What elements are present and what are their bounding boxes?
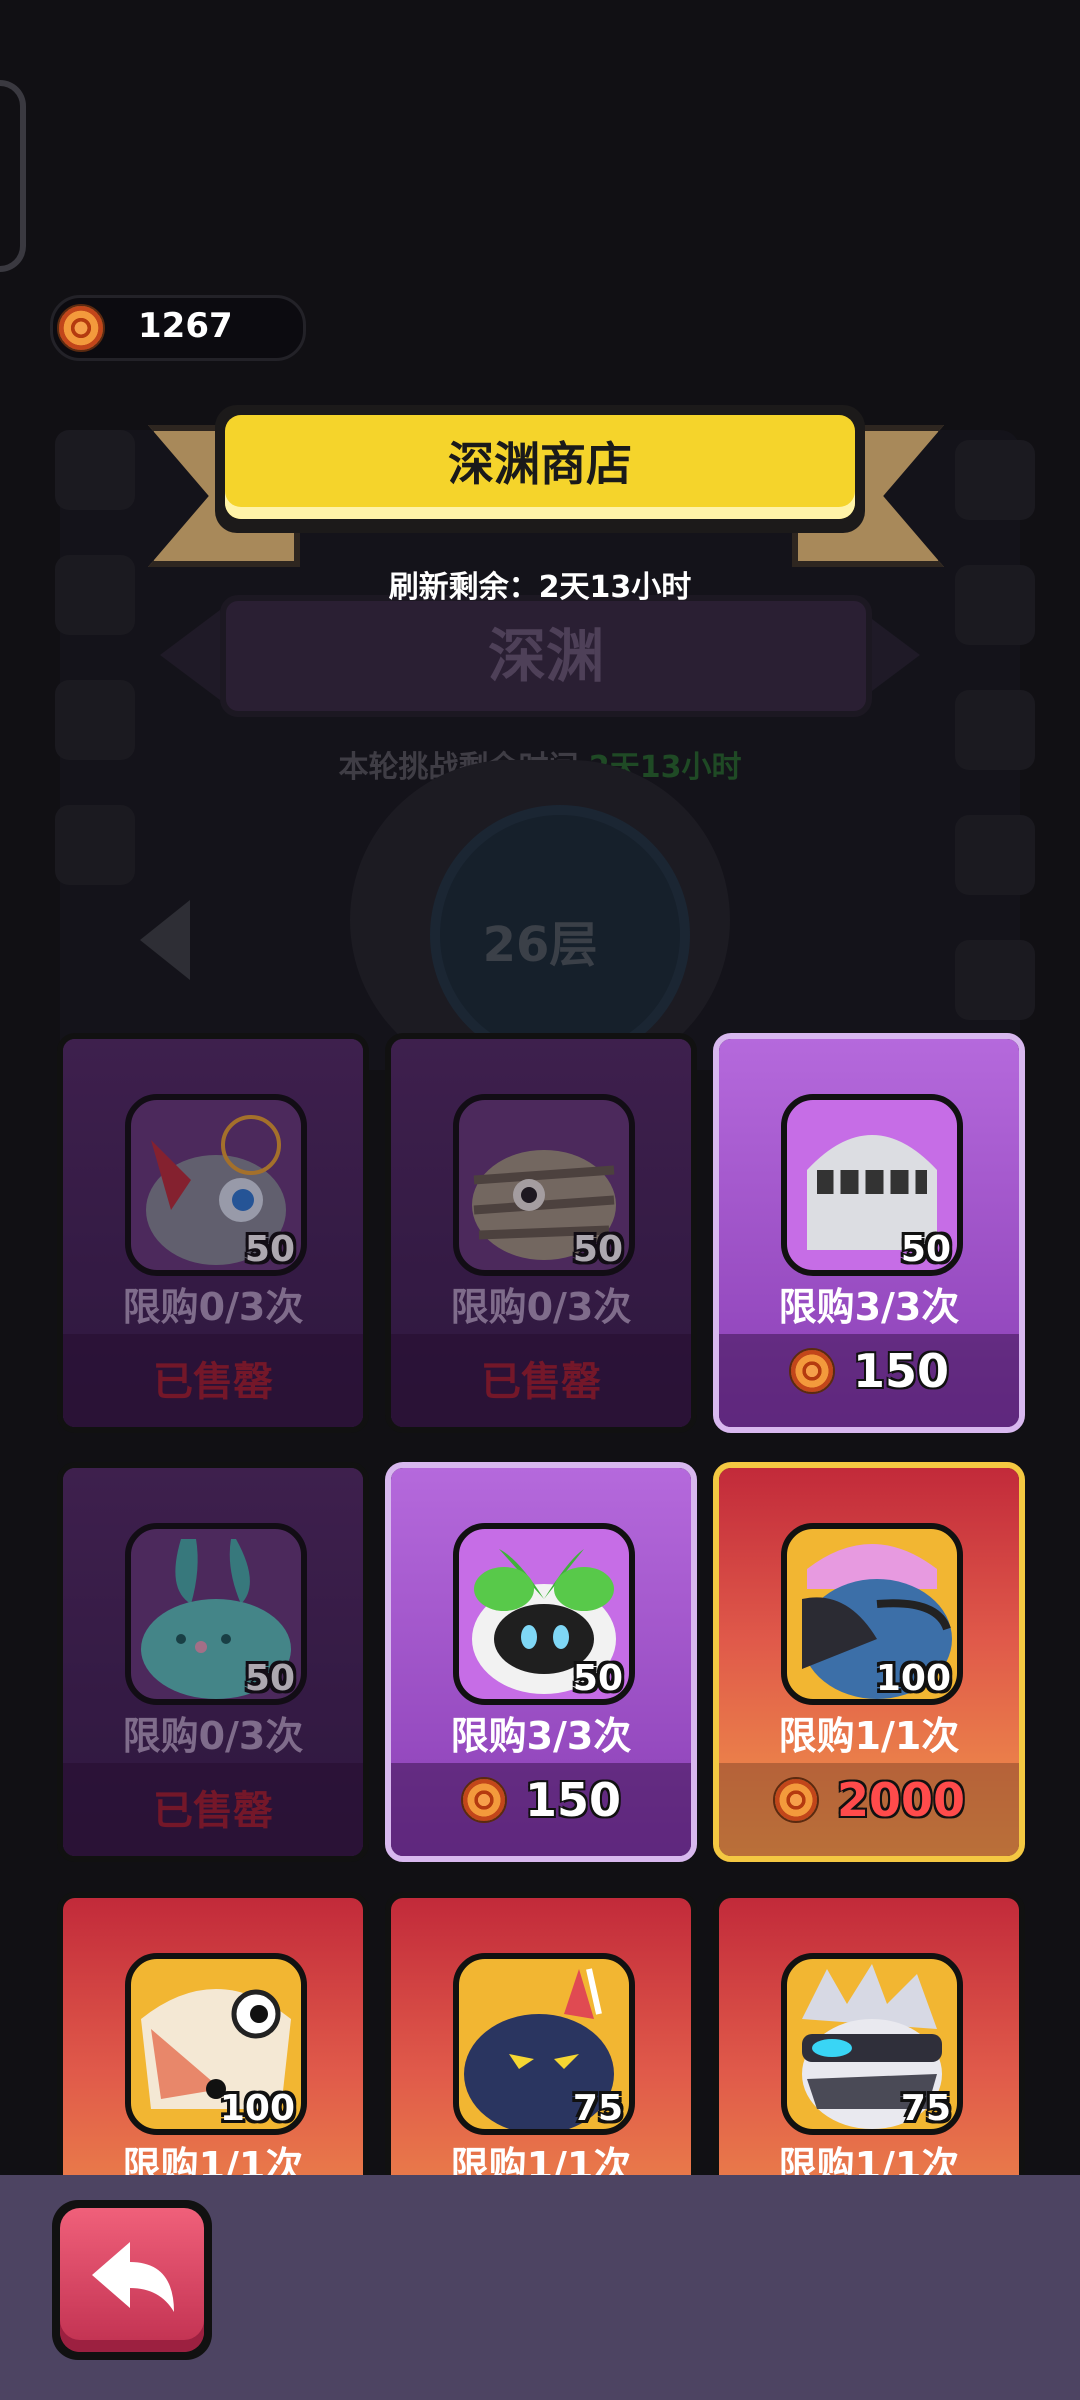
level-badge: 100: [875, 1658, 951, 1699]
sold-out-label: 已售罄: [153, 1359, 273, 1405]
bg-left-menu: [55, 430, 145, 930]
shop-item[interactable]: 50 限购3/3次 150: [713, 1033, 1025, 1433]
level-badge: 50: [572, 1658, 623, 1699]
purchase-limit: 限购0/3次: [450, 1285, 632, 1329]
purchase-limit: 限购3/3次: [450, 1714, 632, 1758]
level-badge: 75: [572, 2088, 623, 2129]
price-value: 2000: [836, 1773, 966, 1827]
shop-item[interactable]: 50 限购0/3次 已售罄: [57, 1462, 369, 1862]
shop-item[interactable]: 100 限购1/1次 2000: [713, 1462, 1025, 1862]
price-value: 150: [852, 1344, 950, 1398]
shop-title-banner: 深渊商店: [215, 405, 865, 533]
character-portrait: 100: [781, 1523, 963, 1705]
bg-frame: [0, 80, 26, 272]
character-portrait: 75: [781, 1953, 963, 2135]
shop-item[interactable]: 50 限购3/3次 150: [385, 1462, 697, 1862]
bg-abyss-title: 深渊: [220, 595, 872, 717]
shop-item[interactable]: 50 限购0/3次 已售罄: [57, 1033, 369, 1433]
character-portrait: 50: [125, 1523, 307, 1705]
purchase-limit: 限购3/3次: [778, 1285, 960, 1329]
purchase-limit: 限购0/3次: [122, 1285, 304, 1329]
sold-out-label: 已售罄: [153, 1788, 273, 1834]
purchase-limit: 限购1/1次: [778, 1714, 960, 1758]
level-badge: 50: [572, 1229, 623, 1270]
currency-counter: 1267: [50, 295, 306, 361]
bg-ribbon-left: [160, 610, 220, 700]
purchase-limit: 限购0/3次: [122, 1714, 304, 1758]
price-button[interactable]: 150: [391, 1773, 691, 1827]
level-badge: 100: [219, 2088, 295, 2129]
price-button[interactable]: 150: [719, 1344, 1019, 1398]
level-badge: 50: [900, 1229, 951, 1270]
character-portrait: 50: [125, 1094, 307, 1276]
bg-left-arrow-icon: [140, 900, 190, 980]
refresh-timer: 刷新剩余：2天13小时: [388, 570, 692, 605]
spiral-coin-icon: [788, 1347, 835, 1394]
shop-item[interactable]: 50 限购0/3次 已售罄: [385, 1033, 697, 1433]
character-portrait: 50: [453, 1523, 635, 1705]
level-badge: 50: [244, 1229, 295, 1270]
spiral-coin-icon: [460, 1776, 507, 1823]
level-badge: 75: [900, 2088, 951, 2129]
spiral-coin-icon: [772, 1776, 819, 1823]
back-arrow-icon: [92, 2242, 174, 2312]
currency-amount: 1267: [138, 306, 233, 346]
shop-title: 深渊商店: [225, 415, 855, 519]
back-button[interactable]: [52, 2200, 212, 2360]
level-badge: 50: [244, 1658, 295, 1699]
sold-out-label: 已售罄: [481, 1359, 601, 1405]
spiral-coin-icon: [57, 304, 105, 352]
character-portrait: 50: [781, 1094, 963, 1276]
price-button[interactable]: 2000: [719, 1773, 1019, 1827]
character-portrait: 75: [453, 1953, 635, 2135]
character-portrait: 50: [453, 1094, 635, 1276]
character-portrait: 100: [125, 1953, 307, 2135]
price-value: 150: [524, 1773, 622, 1827]
